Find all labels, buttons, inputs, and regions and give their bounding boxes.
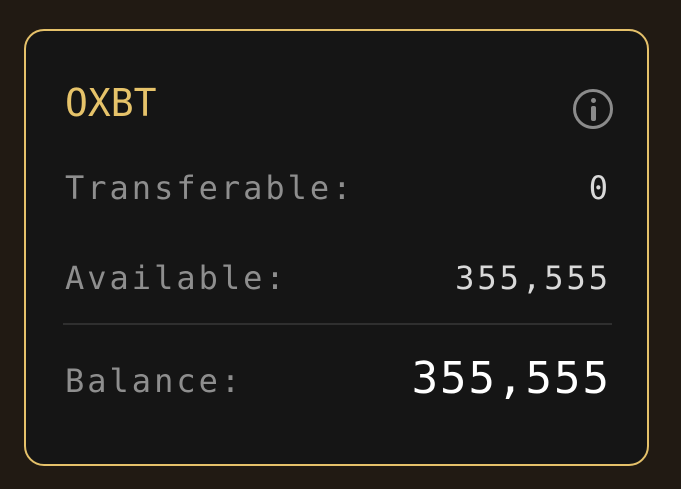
balance-label: Balance:: [65, 362, 244, 400]
balance-value: 355,555: [411, 353, 611, 404]
transferable-label: Transferable:: [65, 169, 355, 207]
transferable-value: 0: [588, 169, 611, 207]
info-dot: [591, 98, 596, 103]
info-icon[interactable]: [573, 89, 613, 129]
divider: [63, 323, 612, 325]
available-label: Available:: [65, 259, 288, 297]
info-stem: [591, 106, 596, 121]
token-name: OXBT: [65, 81, 157, 125]
available-value: 355,555: [455, 259, 611, 297]
balance-card: OXBT Transferable: 0 Available: 355,555 …: [24, 29, 649, 466]
